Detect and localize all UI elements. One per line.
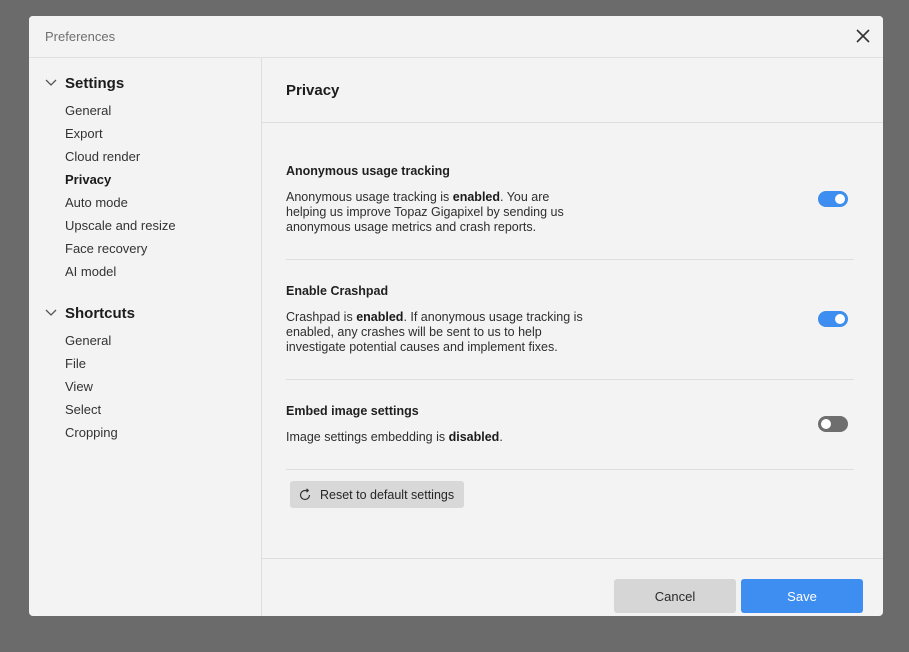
setting-description: Anonymous usage tracking is enabled. You… <box>286 190 564 234</box>
close-icon[interactable] <box>853 26 873 46</box>
reset-to-default-button[interactable]: Reset to default settings <box>290 481 464 508</box>
sidebar-item-ai-model[interactable]: AI model <box>65 264 116 280</box>
divider <box>286 469 854 470</box>
page-title: Privacy <box>286 82 340 99</box>
sidebar-item-shortcuts-cropping[interactable]: Cropping <box>65 425 118 441</box>
crashpad-toggle[interactable] <box>818 311 848 327</box>
chevron-down-icon <box>45 309 57 316</box>
chevron-down-icon <box>45 79 57 86</box>
content-panel: Privacy Anonymous usage tracking Anonymo… <box>262 58 883 616</box>
toggle-knob <box>835 194 845 204</box>
setting-enable-crashpad: Enable Crashpad Crashpad is enabled. If … <box>286 284 854 374</box>
sidebar-item-privacy[interactable]: Privacy <box>65 172 111 188</box>
sidebar: Settings General Export Cloud render Pri… <box>29 58 262 616</box>
sidebar-item-export[interactable]: Export <box>65 126 103 142</box>
sidebar-item-shortcuts-select[interactable]: Select <box>65 402 101 418</box>
settings-group-header[interactable]: Settings <box>45 73 124 93</box>
toggle-knob <box>821 419 831 429</box>
dialog-footer: Cancel Save <box>262 558 883 616</box>
save-button[interactable]: Save <box>741 579 863 613</box>
reset-icon <box>299 487 311 500</box>
sidebar-item-shortcuts-view[interactable]: View <box>65 379 93 395</box>
reset-label: Reset to default settings <box>320 487 455 502</box>
cancel-button[interactable]: Cancel <box>614 579 736 613</box>
sidebar-item-shortcuts-file[interactable]: File <box>65 356 86 372</box>
divider <box>286 259 854 260</box>
setting-description: Crashpad is enabled. If anonymous usage … <box>286 310 583 354</box>
setting-title: Embed image settings <box>286 404 419 418</box>
setting-title: Anonymous usage tracking <box>286 164 450 178</box>
divider <box>286 379 854 380</box>
usage-tracking-toggle[interactable] <box>818 191 848 207</box>
settings-group-label: Settings <box>65 74 125 92</box>
sidebar-item-face-recovery[interactable]: Face recovery <box>65 241 147 257</box>
setting-embed-image-settings: Embed image settings Image settings embe… <box>286 404 854 464</box>
shortcuts-group-header[interactable]: Shortcuts <box>45 303 135 323</box>
sidebar-item-shortcuts-general[interactable]: General <box>65 333 111 349</box>
setting-description: Image settings embedding is disabled. <box>286 430 503 444</box>
toggle-knob <box>835 314 845 324</box>
sidebar-item-upscale-and-resize[interactable]: Upscale and resize <box>65 218 176 234</box>
shortcuts-group-label: Shortcuts <box>65 304 136 322</box>
preferences-dialog: Preferences Settings General Export Clou… <box>29 16 883 616</box>
sidebar-item-cloud-render[interactable]: Cloud render <box>65 149 140 165</box>
setting-title: Enable Crashpad <box>286 284 389 298</box>
dialog-titlebar: Preferences <box>29 16 883 58</box>
setting-anonymous-usage-tracking: Anonymous usage tracking Anonymous usage… <box>286 164 854 254</box>
embed-image-settings-toggle[interactable] <box>818 416 848 432</box>
sidebar-item-auto-mode[interactable]: Auto mode <box>65 195 128 211</box>
dialog-title: Preferences <box>45 29 116 44</box>
content-header: Privacy <box>262 58 883 123</box>
sidebar-item-general[interactable]: General <box>65 103 111 119</box>
